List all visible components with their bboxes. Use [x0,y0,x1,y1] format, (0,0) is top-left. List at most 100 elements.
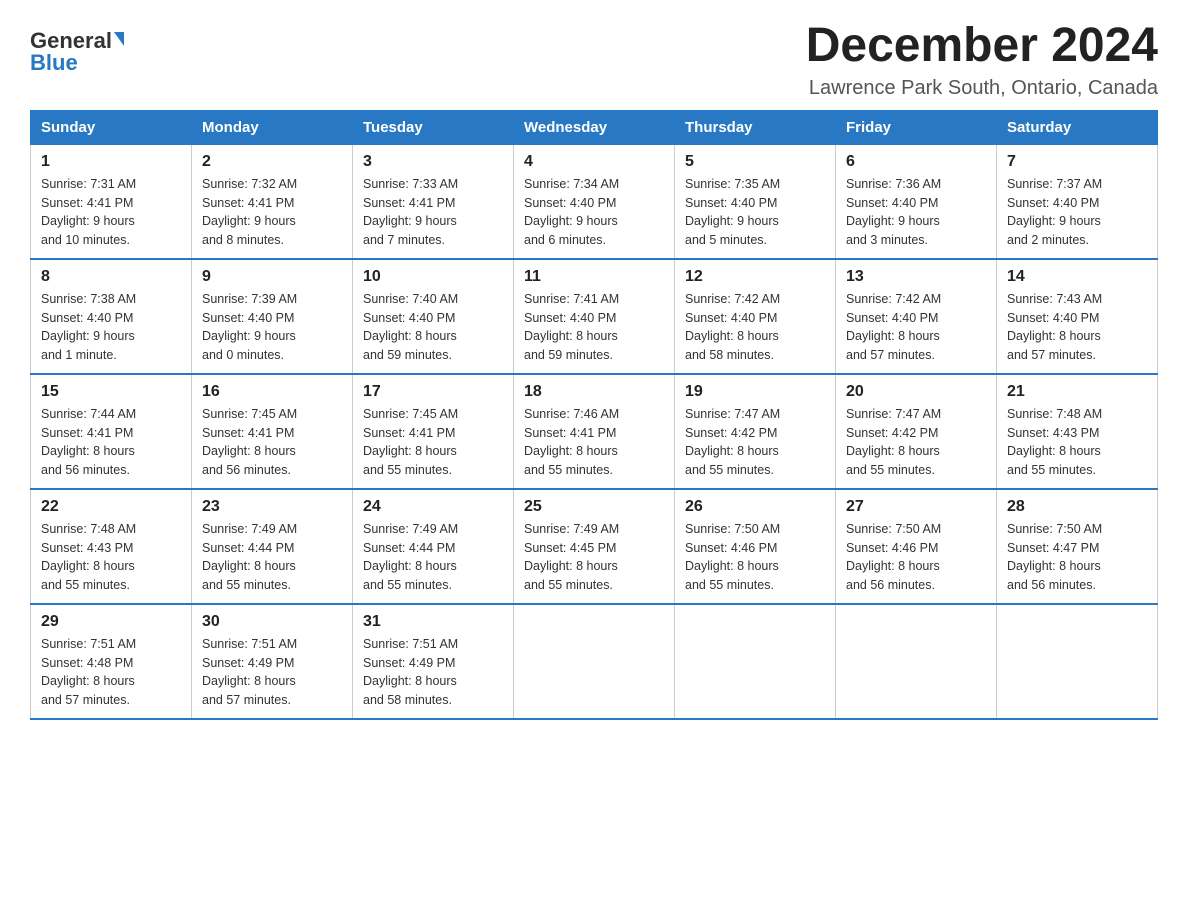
col-header-wednesday: Wednesday [514,110,675,144]
day-info: Sunrise: 7:49 AMSunset: 4:44 PMDaylight:… [202,520,342,595]
day-info: Sunrise: 7:42 AMSunset: 4:40 PMDaylight:… [685,290,825,365]
day-cell: 15Sunrise: 7:44 AMSunset: 4:41 PMDayligh… [31,374,192,489]
day-info: Sunrise: 7:45 AMSunset: 4:41 PMDaylight:… [363,405,503,480]
day-info: Sunrise: 7:39 AMSunset: 4:40 PMDaylight:… [202,290,342,365]
day-number: 31 [363,613,503,631]
day-number: 19 [685,383,825,401]
day-number: 4 [524,153,664,171]
day-cell: 20Sunrise: 7:47 AMSunset: 4:42 PMDayligh… [836,374,997,489]
week-row-5: 29 Sunrise: 7:51 AMSunset: 4:48 PMDayligh… [31,604,1158,719]
day-cell: 4 Sunrise: 7:34 AMSunset: 4:40 PMDaylight… [514,144,675,259]
day-cell: 17 Sunrise: 7:45 AMSunset: 4:41 PMDayligh… [353,374,514,489]
logo-blue: Blue [30,50,78,75]
day-info: Sunrise: 7:42 AMSunset: 4:40 PMDaylight:… [846,290,986,365]
day-cell: 27 Sunrise: 7:50 AMSunset: 4:46 PMDayligh… [836,489,997,604]
week-row-3: 15Sunrise: 7:44 AMSunset: 4:41 PMDayligh… [31,374,1158,489]
day-info: Sunrise: 7:51 AMSunset: 4:48 PMDaylight:… [41,635,181,710]
week-row-1: 1 Sunrise: 7:31 AMSunset: 4:41 PMDaylight… [31,144,1158,259]
day-info: Sunrise: 7:32 AMSunset: 4:41 PMDaylight:… [202,175,342,250]
day-info: Sunrise: 7:36 AMSunset: 4:40 PMDaylight:… [846,175,986,250]
day-number: 29 [41,613,181,631]
day-number: 27 [846,498,986,516]
col-header-monday: Monday [192,110,353,144]
day-cell: 1 Sunrise: 7:31 AMSunset: 4:41 PMDaylight… [31,144,192,259]
day-number: 16 [202,383,342,401]
week-row-2: 8 Sunrise: 7:38 AMSunset: 4:40 PMDaylight… [31,259,1158,374]
day-info: Sunrise: 7:37 AMSunset: 4:40 PMDaylight:… [1007,175,1147,250]
day-cell: 12 Sunrise: 7:42 AMSunset: 4:40 PMDayligh… [675,259,836,374]
day-number: 9 [202,268,342,286]
day-info: Sunrise: 7:46 AMSunset: 4:41 PMDaylight:… [524,405,664,480]
day-cell: 29 Sunrise: 7:51 AMSunset: 4:48 PMDayligh… [31,604,192,719]
day-info: Sunrise: 7:31 AMSunset: 4:41 PMDaylight:… [41,175,181,250]
calendar-table: SundayMondayTuesdayWednesdayThursdayFrid… [30,110,1158,720]
day-cell: 23Sunrise: 7:49 AMSunset: 4:44 PMDayligh… [192,489,353,604]
day-info: Sunrise: 7:34 AMSunset: 4:40 PMDaylight:… [524,175,664,250]
day-number: 12 [685,268,825,286]
day-cell: 8 Sunrise: 7:38 AMSunset: 4:40 PMDaylight… [31,259,192,374]
day-number: 21 [1007,383,1147,401]
day-info: Sunrise: 7:43 AMSunset: 4:40 PMDaylight:… [1007,290,1147,365]
day-number: 28 [1007,498,1147,516]
day-cell: 24 Sunrise: 7:49 AMSunset: 4:44 PMDayligh… [353,489,514,604]
day-cell: 9 Sunrise: 7:39 AMSunset: 4:40 PMDaylight… [192,259,353,374]
day-cell: 16Sunrise: 7:45 AMSunset: 4:41 PMDayligh… [192,374,353,489]
day-cell: 10Sunrise: 7:40 AMSunset: 4:40 PMDayligh… [353,259,514,374]
day-number: 18 [524,383,664,401]
day-info: Sunrise: 7:38 AMSunset: 4:40 PMDaylight:… [41,290,181,365]
day-cell: 13 Sunrise: 7:42 AMSunset: 4:40 PMDayligh… [836,259,997,374]
day-number: 24 [363,498,503,516]
day-cell: 2 Sunrise: 7:32 AMSunset: 4:41 PMDaylight… [192,144,353,259]
day-cell: 5Sunrise: 7:35 AMSunset: 4:40 PMDaylight… [675,144,836,259]
calendar-header: SundayMondayTuesdayWednesdayThursdayFrid… [31,110,1158,144]
day-cell: 18 Sunrise: 7:46 AMSunset: 4:41 PMDayligh… [514,374,675,489]
day-info: Sunrise: 7:51 AMSunset: 4:49 PMDaylight:… [363,635,503,710]
day-cell [836,604,997,719]
day-info: Sunrise: 7:44 AMSunset: 4:41 PMDaylight:… [41,405,181,480]
day-number: 20 [846,383,986,401]
day-number: 13 [846,268,986,286]
day-number: 2 [202,153,342,171]
day-cell [514,604,675,719]
day-cell [997,604,1158,719]
day-info: Sunrise: 7:49 AMSunset: 4:44 PMDaylight:… [363,520,503,595]
day-number: 6 [846,153,986,171]
day-info: Sunrise: 7:50 AMSunset: 4:46 PMDaylight:… [846,520,986,595]
day-info: Sunrise: 7:48 AMSunset: 4:43 PMDaylight:… [41,520,181,595]
day-info: Sunrise: 7:49 AMSunset: 4:45 PMDaylight:… [524,520,664,595]
day-number: 22 [41,498,181,516]
day-info: Sunrise: 7:50 AMSunset: 4:47 PMDaylight:… [1007,520,1147,595]
day-cell [675,604,836,719]
day-info: Sunrise: 7:40 AMSunset: 4:40 PMDaylight:… [363,290,503,365]
col-header-saturday: Saturday [997,110,1158,144]
day-info: Sunrise: 7:33 AMSunset: 4:41 PMDaylight:… [363,175,503,250]
day-cell: 19 Sunrise: 7:47 AMSunset: 4:42 PMDayligh… [675,374,836,489]
day-number: 26 [685,498,825,516]
day-cell: 14Sunrise: 7:43 AMSunset: 4:40 PMDayligh… [997,259,1158,374]
logo-general: General [30,30,112,52]
day-number: 3 [363,153,503,171]
logo: General Blue [30,30,124,75]
calendar-body: 1 Sunrise: 7:31 AMSunset: 4:41 PMDaylight… [31,144,1158,719]
col-header-sunday: Sunday [31,110,192,144]
day-info: Sunrise: 7:50 AMSunset: 4:46 PMDaylight:… [685,520,825,595]
day-number: 17 [363,383,503,401]
header-row: SundayMondayTuesdayWednesdayThursdayFrid… [31,110,1158,144]
day-number: 1 [41,153,181,171]
day-cell: 31 Sunrise: 7:51 AMSunset: 4:49 PMDayligh… [353,604,514,719]
title-block: December 2024 Lawrence Park South, Ontar… [806,20,1158,100]
day-cell: 26 Sunrise: 7:50 AMSunset: 4:46 PMDayligh… [675,489,836,604]
col-header-friday: Friday [836,110,997,144]
day-cell: 6 Sunrise: 7:36 AMSunset: 4:40 PMDaylight… [836,144,997,259]
day-cell: 7Sunrise: 7:37 AMSunset: 4:40 PMDaylight… [997,144,1158,259]
day-info: Sunrise: 7:48 AMSunset: 4:43 PMDaylight:… [1007,405,1147,480]
day-cell: 30Sunrise: 7:51 AMSunset: 4:49 PMDayligh… [192,604,353,719]
month-title: December 2024 [806,20,1158,73]
day-info: Sunrise: 7:47 AMSunset: 4:42 PMDaylight:… [685,405,825,480]
day-cell: 21 Sunrise: 7:48 AMSunset: 4:43 PMDayligh… [997,374,1158,489]
location-title: Lawrence Park South, Ontario, Canada [806,77,1158,100]
day-info: Sunrise: 7:35 AMSunset: 4:40 PMDaylight:… [685,175,825,250]
page-header: General Blue December 2024 Lawrence Park… [30,20,1158,100]
day-number: 8 [41,268,181,286]
day-info: Sunrise: 7:51 AMSunset: 4:49 PMDaylight:… [202,635,342,710]
